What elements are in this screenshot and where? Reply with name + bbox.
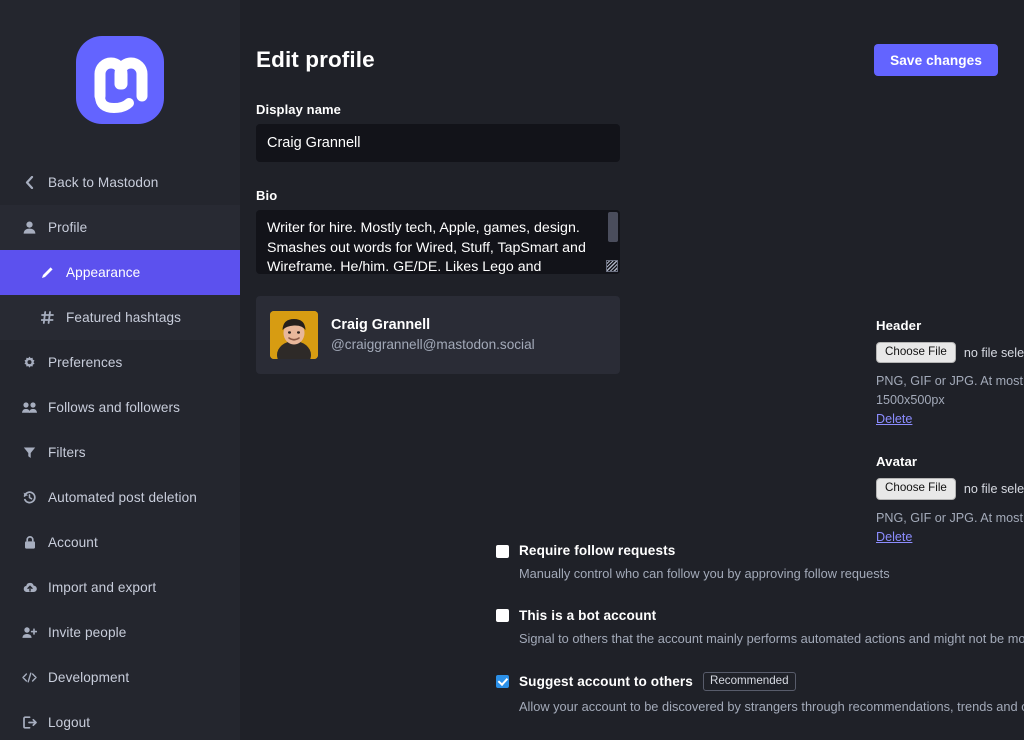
sidebar-item-label: Preferences: [48, 355, 123, 370]
bot-account-checkbox[interactable]: [496, 609, 509, 623]
sidebar-item-preferences[interactable]: Preferences: [0, 340, 240, 385]
option-description: Manually control who can follow you by a…: [519, 566, 890, 581]
save-changes-button[interactable]: Save changes: [874, 44, 998, 76]
mastodon-logo-icon: [76, 36, 164, 124]
sidebar-item-development[interactable]: Development: [0, 655, 240, 700]
sidebar-item-automated-post-deletion[interactable]: Automated post deletion: [0, 475, 240, 520]
sidebar-item-label: Featured hashtags: [66, 310, 182, 325]
avatar-upload-group: Avatar Choose File no file selected PNG,…: [876, 454, 1024, 545]
profile-preview-text: Craig Grannell @craiggrannell@mastodon.s…: [331, 316, 535, 354]
hashtag-icon: [40, 311, 55, 324]
avatar-delete-link[interactable]: Delete: [876, 530, 912, 544]
sidebar-main-nav: Preferences Follows and followers Filter…: [0, 340, 240, 740]
bio-scrollbar-thumb[interactable]: [608, 212, 618, 242]
sidebar-item-label: Development: [48, 670, 130, 685]
option-title: Suggest account to others: [519, 673, 693, 689]
avatar: [270, 311, 318, 359]
sidebar-item-label: Account: [48, 535, 98, 550]
option-header: Require follow requests: [496, 543, 1024, 558]
sidebar-item-label: Profile: [48, 220, 88, 235]
sidebar-item-account[interactable]: Account: [0, 520, 240, 565]
mastodon-settings-app: Back to Mastodon Profile Appearance Feat…: [0, 0, 1024, 740]
header-upload-group: Header Choose File no file selected PNG,…: [876, 318, 1024, 428]
page-header: Edit profile Save changes: [240, 0, 1024, 76]
header-choose-file-button[interactable]: Choose File: [876, 342, 956, 364]
pencil-icon: [40, 266, 55, 279]
header-upload-hint: PNG, GIF or JPG. At most 2 MB. Will be d…: [876, 374, 1024, 408]
option-title: This is a bot account: [519, 607, 657, 623]
bio-field-block: Bio Writer for hire. Mostly tech, Apple,…: [256, 188, 620, 274]
profile-preview-card: Craig Grannell @craiggrannell@mastodon.s…: [256, 296, 620, 374]
display-name-input[interactable]: [256, 124, 620, 162]
avatar-upload-hint: PNG, GIF or JPG. At most 2 MB. Will be d…: [876, 510, 1024, 525]
profile-display-name: Craig Grannell: [331, 317, 431, 334]
header-delete-link[interactable]: Delete: [876, 412, 912, 426]
header-file-row: Choose File no file selected: [876, 342, 1024, 364]
require-follow-requests-checkbox[interactable]: [496, 544, 509, 558]
avatar-choose-file-button[interactable]: Choose File: [876, 478, 956, 500]
sidebar-item-label: Filters: [48, 445, 86, 460]
avatar-file-status: no file selected: [963, 482, 1024, 496]
display-name-field-block: Display name: [256, 102, 620, 162]
sign-out-icon: [22, 716, 37, 729]
sidebar-item-label: Import and export: [48, 580, 157, 595]
bio-resize-handle[interactable]: [606, 260, 618, 272]
suggest-account-checkbox[interactable]: [496, 675, 509, 689]
option-header: Suggest account to others Recommended: [496, 672, 1024, 691]
sidebar-item-follows-and-followers[interactable]: Follows and followers: [0, 385, 240, 430]
sidebar-item-back-to-mastodon[interactable]: Back to Mastodon: [0, 160, 240, 205]
sidebar-profile-group: Profile Appearance Featured hashtags: [0, 205, 240, 340]
sidebar-item-featured-hashtags[interactable]: Featured hashtags: [0, 295, 240, 340]
bio-text-content: Writer for hire. Mostly tech, Apple, gam…: [267, 220, 590, 274]
bio-textarea[interactable]: Writer for hire. Mostly tech, Apple, gam…: [256, 210, 620, 274]
sidebar-item-import-and-export[interactable]: Import and export: [0, 565, 240, 610]
sidebar-item-appearance[interactable]: Appearance: [0, 250, 240, 295]
avatar-file-row: Choose File no file selected: [876, 478, 1024, 500]
cloud-upload-icon: [22, 581, 37, 594]
sidebar-item-label: Appearance: [66, 265, 141, 280]
media-upload-column: Header Choose File no file selected PNG,…: [876, 318, 1024, 546]
sidebar-item-invite-people[interactable]: Invite people: [0, 610, 240, 655]
header-file-status: no file selected: [963, 345, 1024, 360]
person-plus-icon: [22, 626, 37, 639]
history-icon: [22, 491, 37, 504]
sidebar-item-profile[interactable]: Profile: [0, 205, 240, 250]
display-name-label: Display name: [256, 102, 342, 117]
sidebar-item-logout[interactable]: Logout: [0, 700, 240, 740]
option-suggest-account: Suggest account to others Recommended Al…: [496, 672, 1024, 716]
privacy-options: Require follow requests Manually control…: [496, 543, 1024, 740]
option-title: Require follow requests: [519, 543, 676, 558]
people-icon: [22, 401, 37, 414]
sidebar-item-filters[interactable]: Filters: [0, 430, 240, 475]
bio-label: Bio: [256, 188, 278, 203]
page-title: Edit profile: [256, 47, 375, 72]
sidebar-item-label: Back to Mastodon: [48, 175, 159, 190]
header-upload-label: Header: [876, 318, 922, 333]
chevron-left-icon: [22, 176, 37, 189]
option-description: Signal to others that the account mainly…: [519, 630, 1024, 646]
profile-handle: @craiggrannell@mastodon.social: [331, 336, 535, 352]
recommended-badge: Recommended: [702, 672, 796, 691]
logo-container: [0, 0, 240, 160]
option-header: This is a bot account: [496, 608, 1024, 623]
option-require-follow-requests: Require follow requests Manually control…: [496, 543, 1024, 584]
sidebar-item-label: Follows and followers: [48, 400, 181, 415]
funnel-icon: [22, 446, 37, 459]
main-content: Edit profile Save changes Display name B…: [240, 0, 1024, 740]
sidebar-item-label: Invite people: [48, 625, 127, 640]
sidebar-item-label: Automated post deletion: [48, 490, 197, 505]
option-bot-account: This is a bot account Signal to others t…: [496, 608, 1024, 649]
gear-icon: [22, 356, 37, 369]
sidebar: Back to Mastodon Profile Appearance Feat…: [0, 0, 240, 740]
code-icon: [22, 671, 37, 684]
avatar-upload-label: Avatar: [876, 454, 918, 470]
lock-icon: [22, 536, 37, 549]
person-icon: [22, 221, 37, 234]
option-description: Allow your account to be discovered by s…: [519, 698, 1024, 714]
sidebar-item-label: Logout: [48, 715, 91, 730]
